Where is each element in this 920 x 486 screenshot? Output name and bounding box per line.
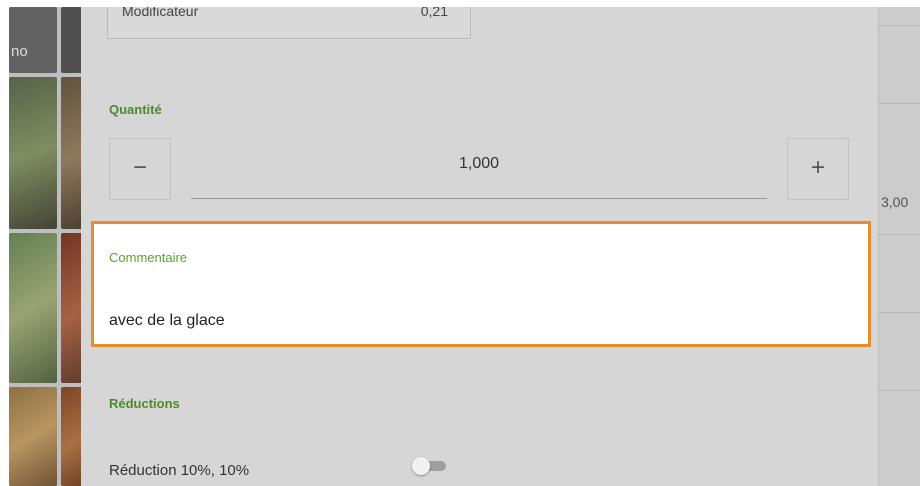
reduction-toggle[interactable]: [412, 457, 446, 475]
modifier-row[interactable]: Modificateur 0,21: [107, 7, 471, 39]
comment-input[interactable]: avec de la glace: [109, 312, 225, 330]
reduction-item-label: Réduction 10%, 10%: [109, 462, 250, 479]
quantity-increment-button[interactable]: +: [787, 138, 849, 200]
quantity-label: Quantité: [109, 102, 162, 117]
quantity-decrement-button[interactable]: −: [109, 138, 171, 200]
comment-label: Commentaire: [109, 250, 188, 265]
quantity-input[interactable]: 1,000: [191, 155, 767, 173]
quantity-input-underline: [191, 198, 767, 199]
comment-field[interactable]: Commentaire avec de la glace: [91, 221, 871, 347]
modifier-label: Modificateur: [122, 7, 199, 19]
reductions-label: Réductions: [109, 396, 180, 411]
modifier-value: 0,21: [420, 7, 448, 19]
toggle-thumb: [412, 457, 430, 475]
